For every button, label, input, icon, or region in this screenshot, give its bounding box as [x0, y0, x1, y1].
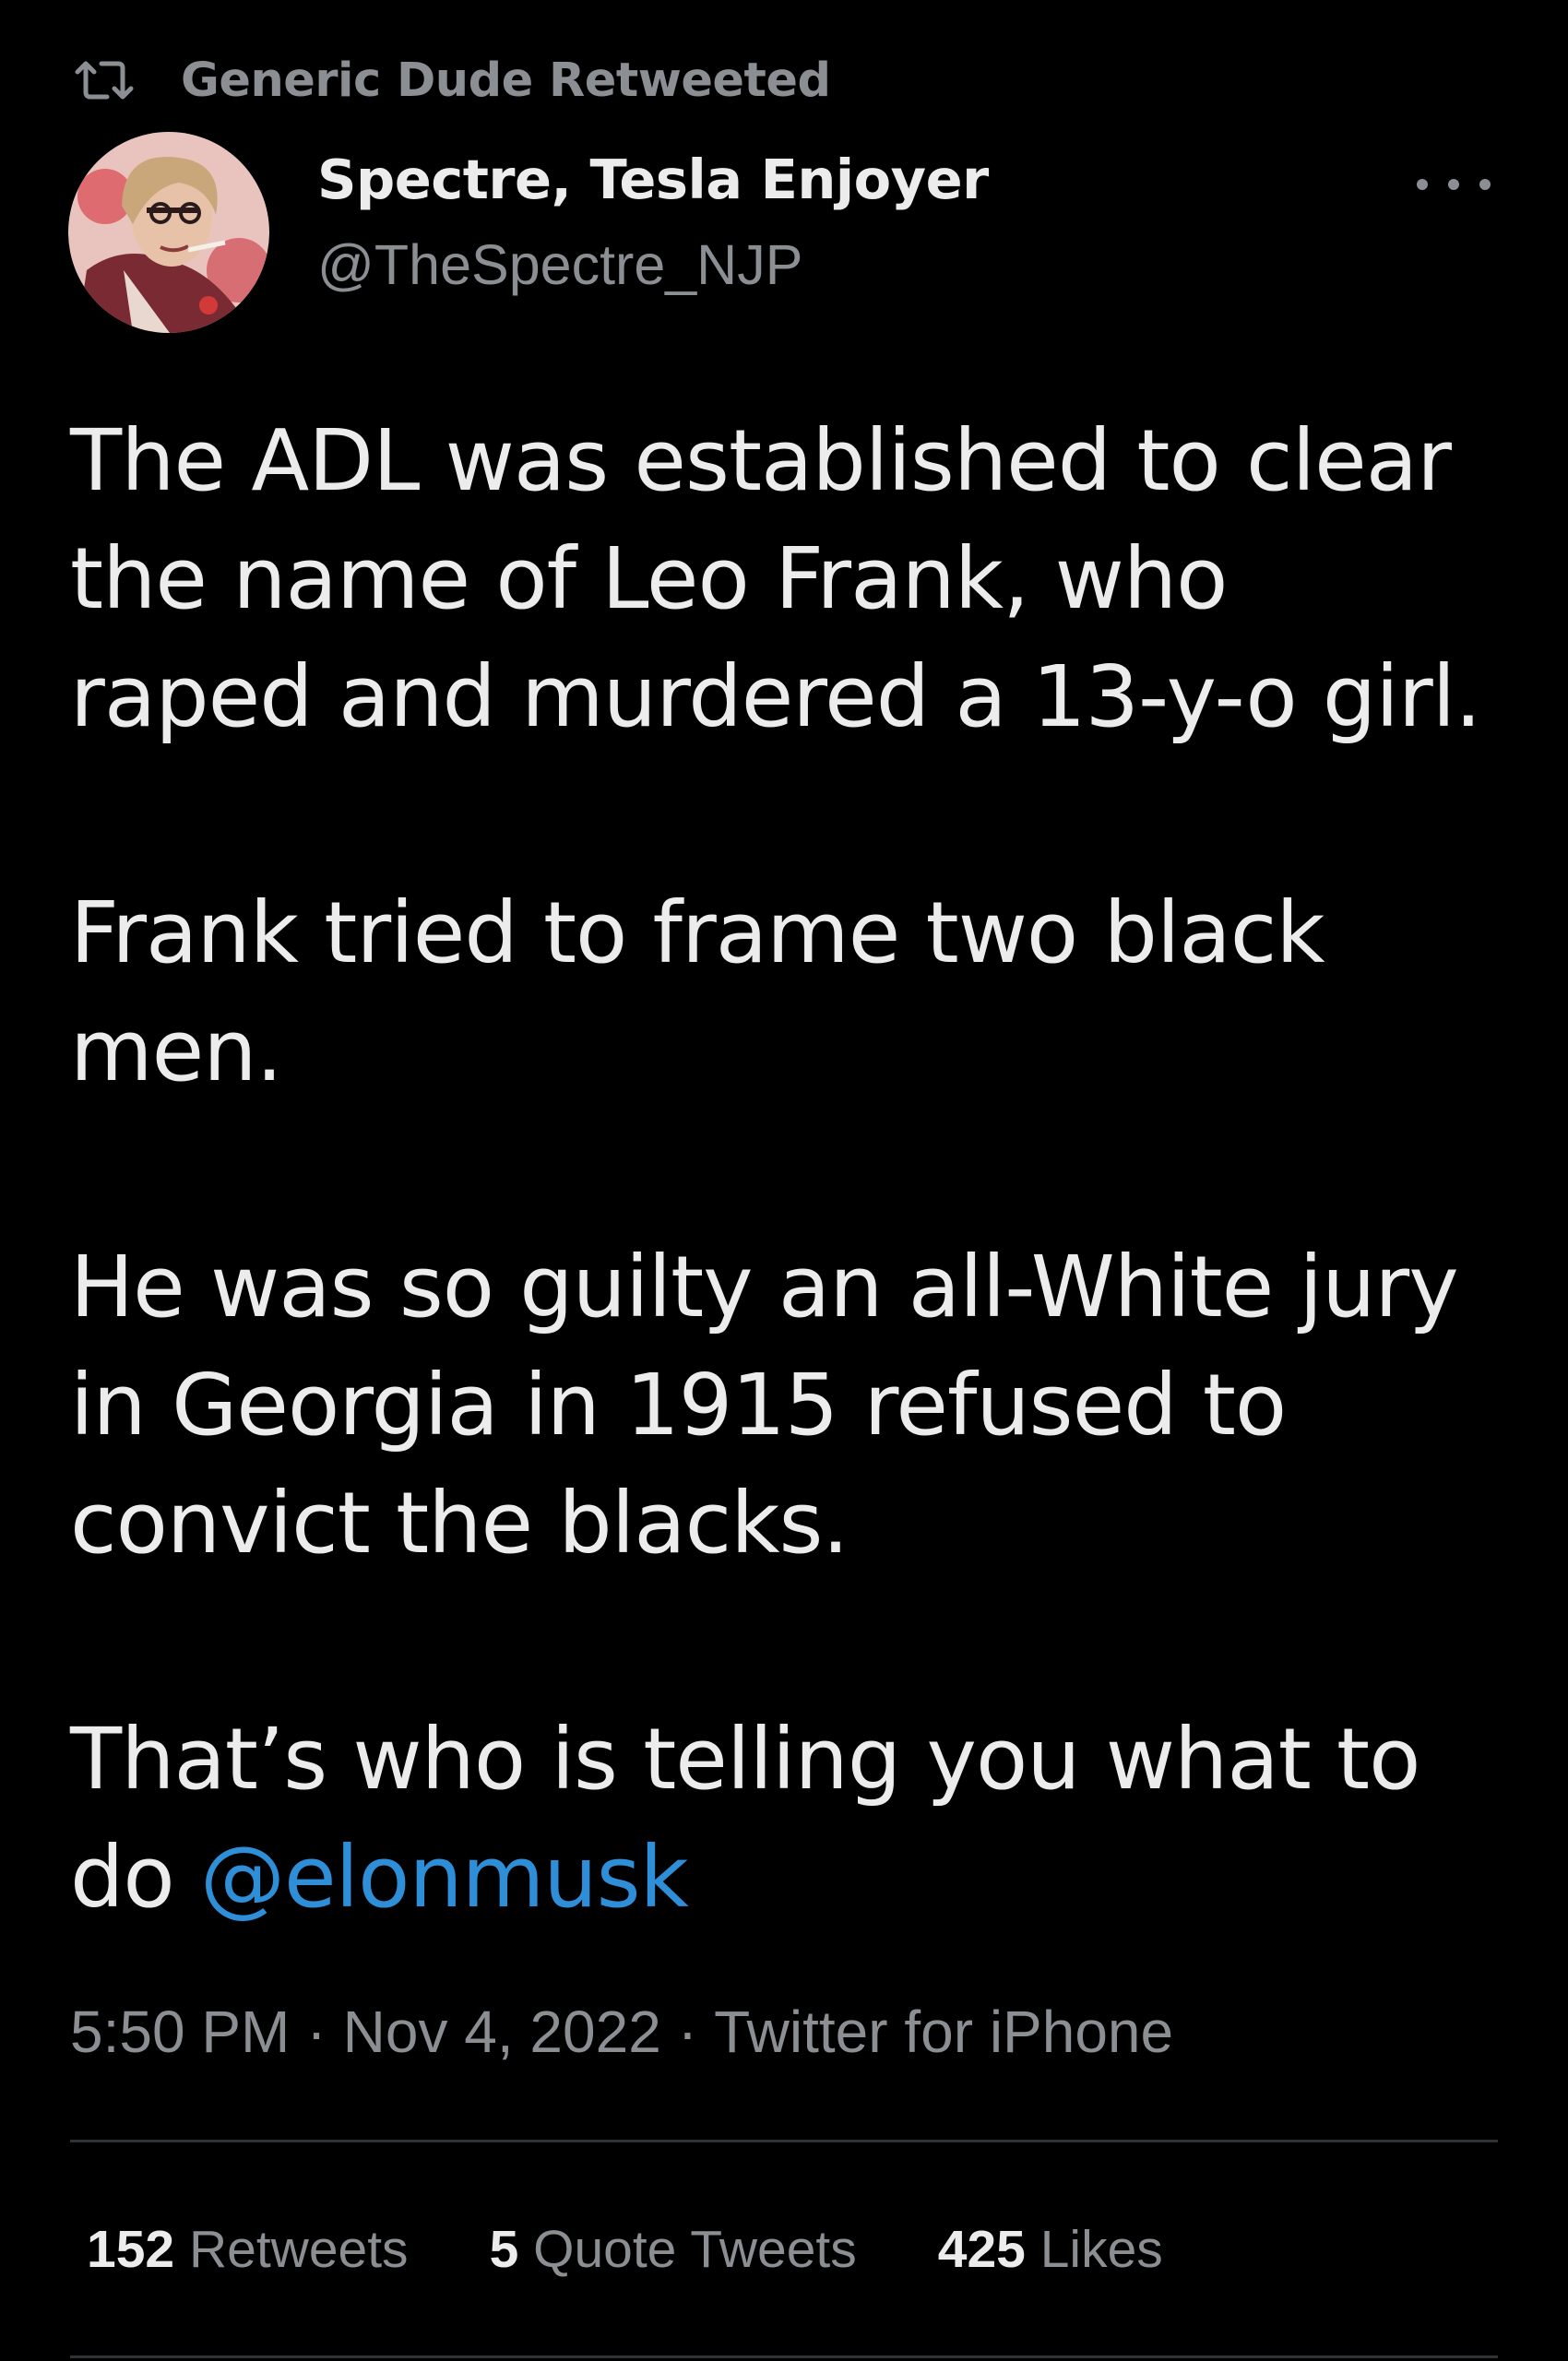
tweet-paragraph: Frank tried to frame two black men.	[70, 874, 1546, 1110]
tweet-paragraph: The ADL was established to clear the nam…	[70, 402, 1546, 756]
retweets-stat[interactable]: 152 Retweets	[87, 2219, 409, 2280]
meta-separator: ·	[306, 1999, 327, 2065]
tweet-line: in Georgia in 1915 refused to	[70, 1356, 1287, 1454]
retweet-header[interactable]: Generic Dude Retweeted	[74, 48, 831, 113]
more-dots-icon	[1448, 179, 1459, 190]
mention-link[interactable]: @elonmusk	[200, 1828, 689, 1927]
tweet-paragraph: He was so guilty an all-White jury in Ge…	[70, 1228, 1546, 1583]
tweet-line: men.	[70, 1002, 283, 1100]
tweet-page: Generic Dude Retweeted Spectre, Tesla En…	[0, 0, 1568, 2361]
author-handle[interactable]: @TheSpectre_NJP	[317, 232, 802, 297]
author-display-name[interactable]: Spectre, Tesla Enjoyer	[317, 148, 989, 211]
tweet-line: He was so guilty an all-White jury	[70, 1238, 1459, 1336]
tweet-line: That’s who is telling you what to	[70, 1710, 1420, 1809]
retweet-icon	[75, 61, 134, 100]
divider	[70, 2140, 1498, 2142]
tweet-paragraph: That’s who is telling you what to do @el…	[70, 1701, 1546, 1937]
divider	[70, 2355, 1498, 2358]
retweets-count: 152	[87, 2220, 175, 2279]
tweet-line: do @elonmusk	[70, 1819, 1546, 1937]
tweet-date[interactable]: Nov 4, 2022	[343, 1999, 661, 2065]
more-dots-icon	[1417, 179, 1428, 190]
likes-stat[interactable]: 425 Likes	[938, 2219, 1163, 2280]
more-options-button[interactable]	[1417, 166, 1491, 203]
meta-separator: ·	[677, 1999, 698, 2065]
tweet-stats: 152 Retweets 5 Quote Tweets 425 Likes	[87, 2219, 1244, 2280]
retweets-label: Retweets	[188, 2220, 409, 2279]
tweet-source-link[interactable]: Twitter for iPhone	[714, 1999, 1173, 2065]
likes-label: Likes	[1039, 2220, 1163, 2279]
quote-tweets-count: 5	[489, 2220, 519, 2279]
tweet-time[interactable]: 5:50 PM	[70, 1999, 290, 2065]
tweet-line: convict the blacks.	[70, 1474, 849, 1572]
profile-avatar[interactable]	[68, 132, 269, 333]
tweet-meta: 5:50 PM · Nov 4, 2022 · Twitter for iPhone	[70, 1998, 1173, 2066]
tweet-line: The ADL was established to clear	[70, 411, 1452, 510]
tweet-line: the name of Leo Frank, who	[70, 529, 1228, 628]
tweet-line-prefix: do	[70, 1828, 200, 1927]
tweet-line: raped and murdered a 13-y-o girl.	[70, 647, 1481, 746]
more-dots-icon	[1479, 179, 1491, 190]
avatar-illustration	[68, 132, 269, 333]
tweet-body: The ADL was established to clear the nam…	[70, 402, 1546, 1937]
quote-tweets-stat[interactable]: 5 Quote Tweets	[490, 2219, 857, 2280]
quote-tweets-label: Quote Tweets	[533, 2220, 857, 2279]
retweeted-by-text: Generic Dude Retweeted	[181, 53, 831, 108]
tweet-line: Frank tried to frame two black	[70, 884, 1325, 982]
likes-count: 425	[937, 2220, 1026, 2279]
